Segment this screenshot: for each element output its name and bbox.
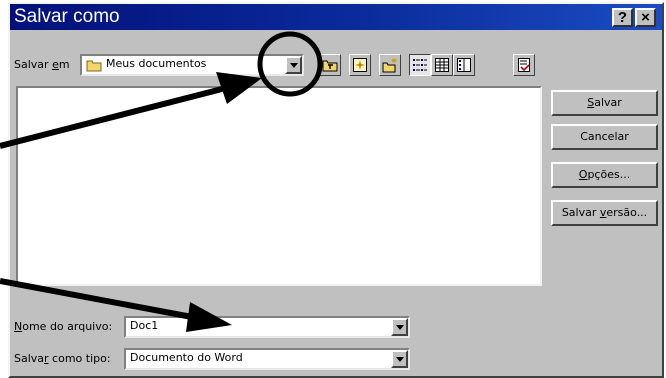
annotation-overlay — [0, 31, 323, 332]
annotation-arrow-top — [0, 72, 262, 149]
annotation-arrow-bottom — [0, 278, 232, 332]
annotation-circle — [257, 31, 323, 97]
